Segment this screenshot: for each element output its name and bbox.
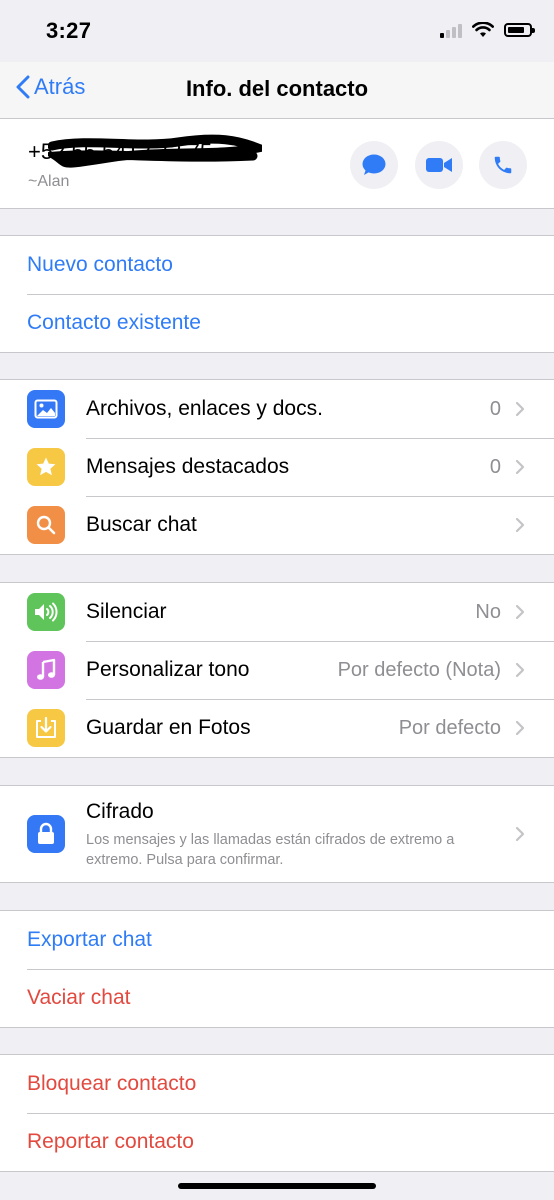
chat-actions-section: Exportar chat Vaciar chat (0, 910, 554, 1028)
music-note-icon (27, 651, 65, 689)
export-chat-row[interactable]: Exportar chat (0, 911, 554, 969)
video-call-button[interactable] (415, 141, 463, 189)
block-contact-row[interactable]: Bloquear contacto (0, 1055, 554, 1113)
existing-contact-row[interactable]: Contacto existente (0, 294, 554, 352)
status-bar: 3:27 (0, 0, 554, 62)
save-label: Guardar en Fotos (86, 716, 251, 739)
status-time: 3:27 (46, 18, 92, 43)
starred-count: 0 (489, 455, 501, 478)
mute-value: No (475, 600, 501, 623)
redaction-scribble (48, 134, 262, 168)
home-indicator[interactable] (178, 1183, 376, 1189)
tone-value: Por defecto (Nota) (337, 658, 501, 681)
add-contact-section: Nuevo contacto Contacto existente (0, 235, 554, 353)
encryption-description: Los mensajes y las llamadas están cifrad… (86, 832, 455, 868)
starred-messages-row[interactable]: Mensajes destacados 0 (0, 438, 554, 496)
files-label: Archivos, enlaces y docs. (86, 397, 323, 420)
media-section: Archivos, enlaces y docs. 0 Mensajes des… (0, 379, 554, 555)
navigation-bar: Atrás Info. del contacto (0, 62, 554, 119)
contact-name: ~Alan (28, 173, 70, 190)
chevron-right-icon (515, 662, 525, 678)
chevron-right-icon (515, 459, 525, 475)
star-icon (27, 448, 65, 486)
speaker-icon (27, 593, 65, 631)
battery-icon (504, 23, 535, 37)
chevron-right-icon (515, 720, 525, 736)
chat-settings-section: Silenciar No Personalizar tono Por defec… (0, 582, 554, 758)
encryption-label: Cifrado (86, 800, 154, 823)
save-value: Por defecto (398, 716, 501, 739)
chevron-right-icon (515, 517, 525, 533)
contact-actions-section: Bloquear contacto Reportar contacto (0, 1054, 554, 1172)
files-links-docs-row[interactable]: Archivos, enlaces y docs. 0 (0, 380, 554, 438)
search-label: Buscar chat (86, 513, 197, 536)
message-button[interactable] (350, 141, 398, 189)
tone-label: Personalizar tono (86, 658, 250, 681)
mute-label: Silenciar (86, 600, 167, 623)
starred-label: Mensajes destacados (86, 455, 290, 478)
custom-tone-row[interactable]: Personalizar tono Por defecto (Nota) (0, 641, 554, 699)
new-contact-row[interactable]: Nuevo contacto (0, 236, 554, 294)
chevron-right-icon (515, 826, 525, 842)
wifi-icon (472, 22, 494, 37)
status-icons (440, 22, 535, 38)
save-to-photos-row[interactable]: Guardar en Fotos Por defecto (0, 699, 554, 757)
chevron-right-icon (515, 604, 525, 620)
files-count: 0 (489, 397, 501, 420)
chat-bubble-icon (362, 154, 386, 175)
video-camera-icon (426, 158, 452, 172)
clear-chat-row[interactable]: Vaciar chat (0, 969, 554, 1027)
download-icon (27, 709, 65, 747)
page-title: Info. del contacto (185, 76, 369, 101)
search-chat-row[interactable]: Buscar chat (0, 496, 554, 554)
mute-row[interactable]: Silenciar No (0, 583, 554, 641)
report-contact-row[interactable]: Reportar contacto (0, 1113, 554, 1171)
cellular-signal-icon (440, 22, 462, 38)
encryption-section: Cifrado Los mensajes y las llamadas está… (0, 785, 554, 883)
chevron-right-icon (515, 401, 525, 417)
voice-call-button[interactable] (479, 141, 527, 189)
encryption-row[interactable]: Cifrado Los mensajes y las llamadas está… (0, 786, 554, 882)
photo-icon (27, 390, 65, 428)
search-icon (27, 506, 65, 544)
lock-icon (27, 815, 65, 853)
contact-header: +52 55 5412 73 75 ~Alan (0, 119, 554, 209)
phone-icon (494, 156, 512, 174)
